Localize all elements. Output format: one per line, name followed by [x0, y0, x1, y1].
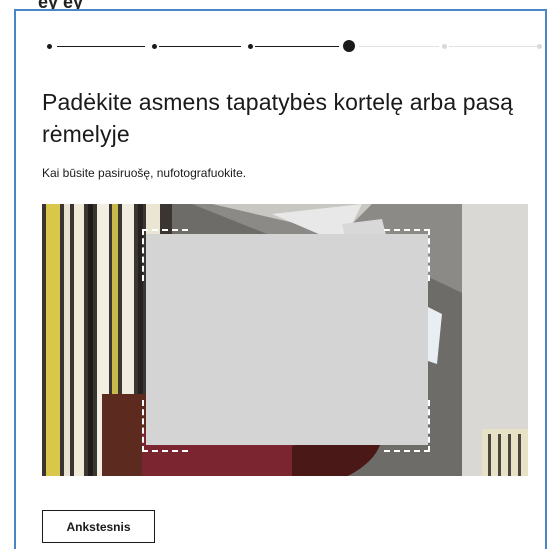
frame-corner-bottom-right — [384, 400, 430, 452]
back-button[interactable]: Ankstesnis — [42, 510, 155, 543]
capture-panel: Padėkite asmens tapatybės kortelę arba p… — [14, 9, 547, 549]
progress-step-current — [343, 40, 355, 52]
progress-line-pending — [359, 46, 439, 47]
frame-corner-bottom-left — [142, 400, 188, 452]
frame-corner-top-right — [384, 229, 430, 281]
frame-corner-top-left — [142, 229, 188, 281]
camera-preview — [42, 204, 528, 476]
progress-step-3 — [248, 44, 253, 49]
progress-line-done — [159, 46, 241, 47]
progress-line-pending — [449, 46, 537, 47]
page-subtitle: Kai būsite pasiruošę, nufotografuokite. — [42, 166, 247, 180]
progress-step-6 — [537, 44, 542, 49]
progress-line-done — [255, 46, 339, 47]
progress-line-done — [57, 46, 145, 47]
step-progress — [42, 37, 542, 57]
progress-step-5 — [442, 44, 447, 49]
progress-step-1 — [47, 44, 52, 49]
progress-step-2 — [152, 44, 157, 49]
page-title: Padėkite asmens tapatybės kortelę arba p… — [42, 89, 513, 147]
